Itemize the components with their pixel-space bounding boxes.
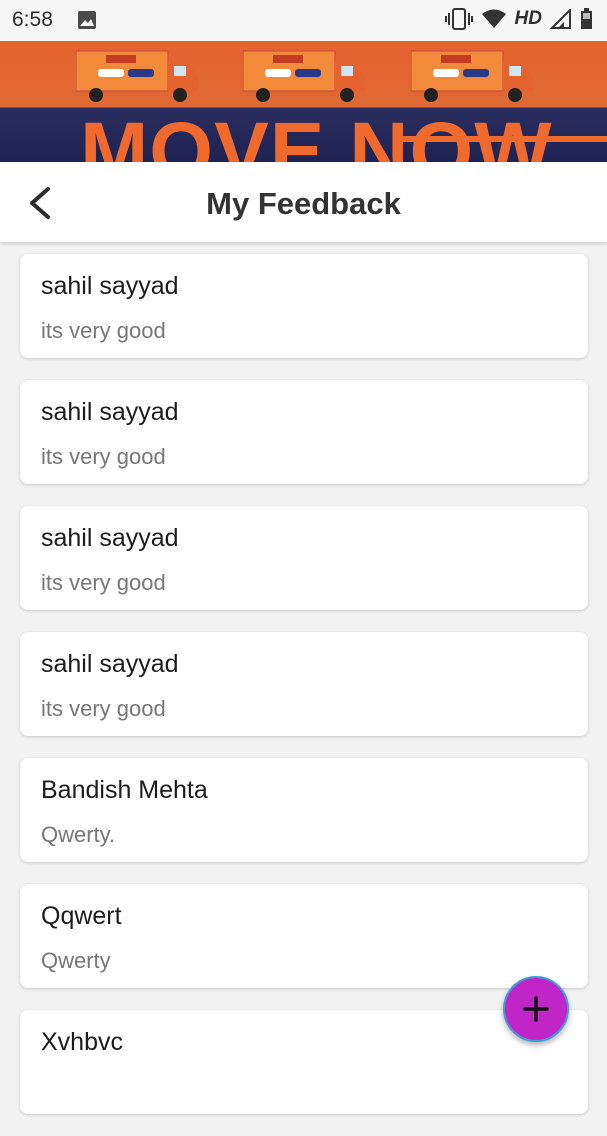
banner-divider	[395, 136, 607, 142]
feedback-message: its very good	[41, 570, 166, 595]
status-icons: HD	[444, 8, 593, 30]
feedback-message: Qwerty	[41, 948, 111, 973]
wifi-icon	[481, 9, 506, 28]
truck-icon	[76, 50, 198, 102]
app-bar: My Feedback	[0, 162, 607, 242]
feedback-author: Xvhbvc	[41, 1028, 123, 1056]
image-notification-icon	[78, 11, 96, 29]
feedback-card[interactable]: sahil sayyad its very good	[20, 632, 588, 736]
feedback-message: its very good	[41, 696, 166, 721]
feedback-card[interactable]: Bandish Mehta Qwerty.	[20, 758, 588, 862]
feedback-card[interactable]: Qqwert Qwerty	[20, 884, 588, 988]
feedback-author: Qqwert	[41, 902, 122, 930]
truck-icon	[243, 50, 365, 102]
feedback-card[interactable]: sahil sayyad its very good	[20, 254, 588, 358]
feedback-message: its very good	[41, 318, 166, 343]
feedback-card[interactable]: Xvhbvc	[20, 1010, 588, 1114]
page-title: My Feedback	[206, 186, 401, 221]
status-bar: 6:58 HD	[0, 0, 607, 41]
network-type-label: HD	[514, 8, 542, 29]
plus-icon	[523, 996, 549, 1022]
feedback-author: Bandish Mehta	[41, 776, 208, 804]
truck-icon	[411, 50, 533, 102]
signal-icon	[550, 9, 571, 29]
feedback-author: sahil sayyad	[41, 272, 179, 300]
feedback-author: sahil sayyad	[41, 650, 179, 678]
feedback-message: its very good	[41, 444, 166, 469]
status-time: 6:58	[12, 8, 53, 31]
promo-banner[interactable]: MOVE NOW	[0, 41, 607, 162]
vibrate-icon	[444, 8, 473, 30]
add-feedback-button[interactable]	[503, 976, 569, 1042]
feedback-author: sahil sayyad	[41, 398, 179, 426]
feedback-card[interactable]: sahil sayyad its very good	[20, 380, 588, 484]
feedback-message: Qwerty.	[41, 822, 116, 847]
feedback-card[interactable]: sahil sayyad its very good	[20, 506, 588, 610]
battery-icon	[581, 8, 592, 29]
feedback-author: sahil sayyad	[41, 524, 179, 552]
